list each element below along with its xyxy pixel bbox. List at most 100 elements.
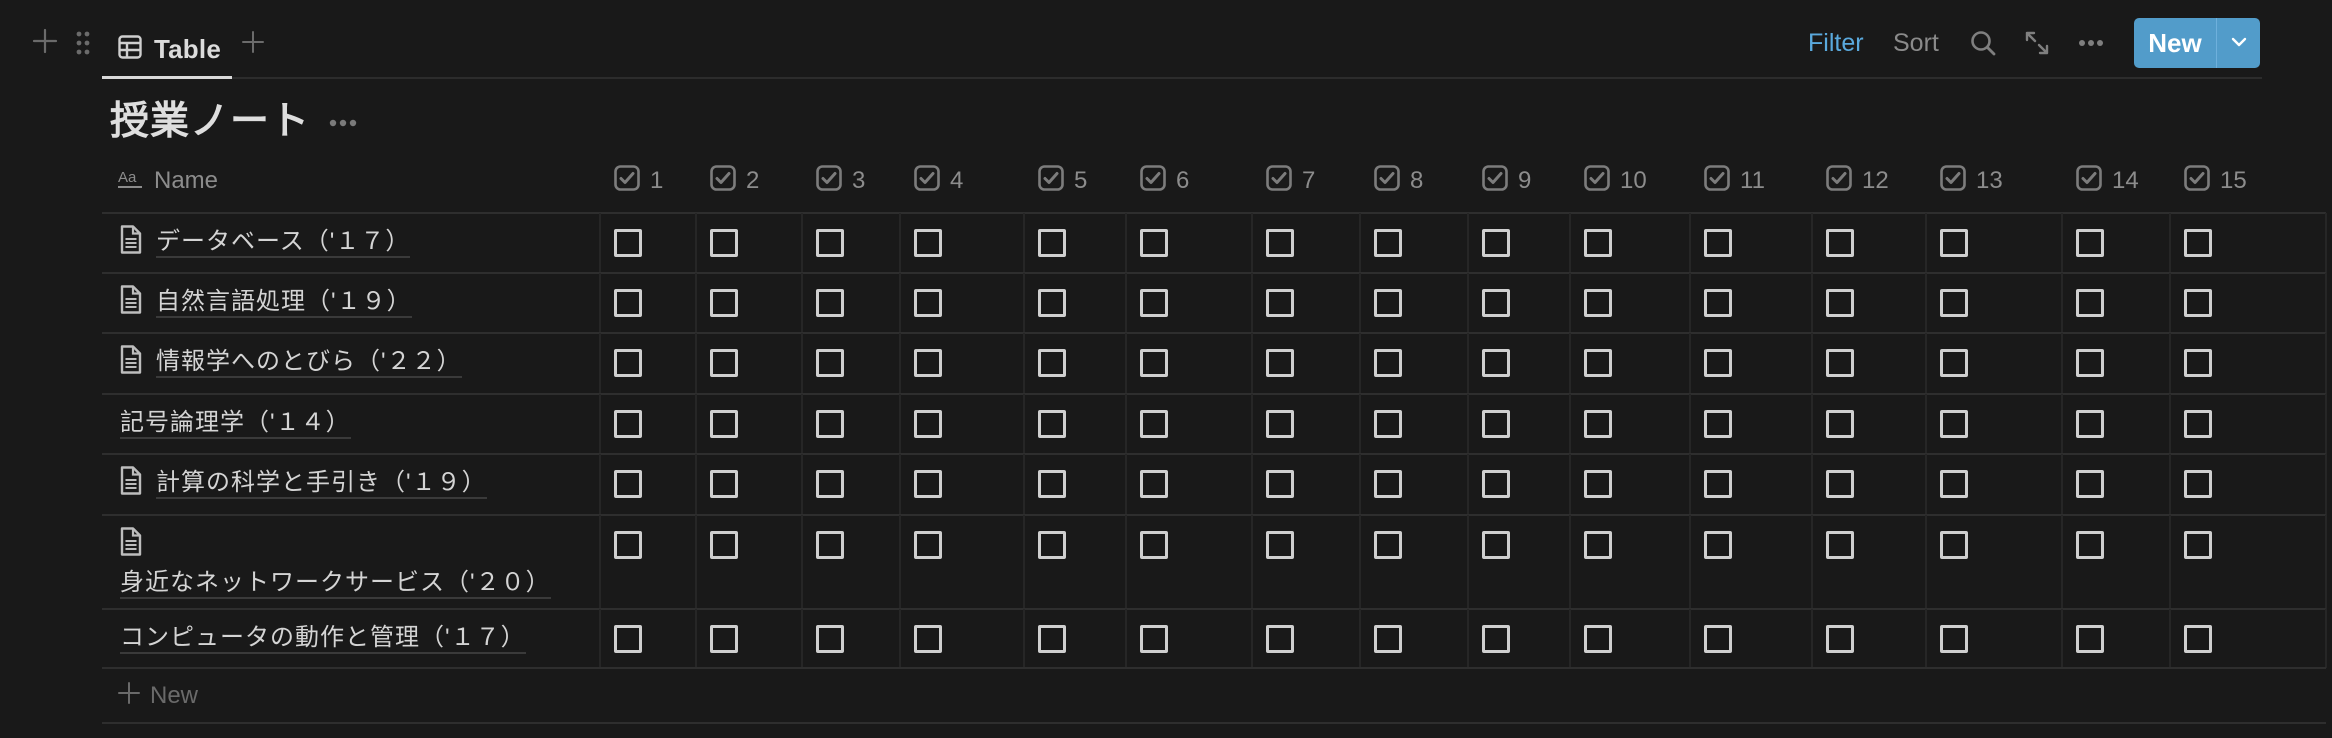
checkbox-7[interactable] xyxy=(1266,349,1294,377)
checkbox-14[interactable] xyxy=(2076,470,2104,498)
checkbox-1[interactable] xyxy=(614,349,642,377)
column-header-14[interactable]: 14 xyxy=(2076,150,2139,212)
checkbox-10[interactable] xyxy=(1584,349,1612,377)
checkbox-11[interactable] xyxy=(1704,229,1732,257)
checkbox-11[interactable] xyxy=(1704,349,1732,377)
checkbox-5[interactable] xyxy=(1038,531,1066,559)
checkbox-2[interactable] xyxy=(710,229,738,257)
checkbox-13[interactable] xyxy=(1940,410,1968,438)
checkbox-13[interactable] xyxy=(1940,229,1968,257)
checkbox-3[interactable] xyxy=(816,531,844,559)
checkbox-9[interactable] xyxy=(1482,410,1510,438)
checkbox-7[interactable] xyxy=(1266,410,1294,438)
row-name-cell[interactable]: 記号論理学（'１４） xyxy=(102,394,599,454)
checkbox-1[interactable] xyxy=(614,625,642,653)
checkbox-15[interactable] xyxy=(2184,229,2212,257)
checkbox-3[interactable] xyxy=(816,470,844,498)
checkbox-5[interactable] xyxy=(1038,410,1066,438)
checkbox-5[interactable] xyxy=(1038,229,1066,257)
add-block-plus-icon[interactable] xyxy=(30,26,60,56)
checkbox-12[interactable] xyxy=(1826,289,1854,317)
new-button[interactable]: New xyxy=(2134,18,2216,68)
checkbox-12[interactable] xyxy=(1826,625,1854,653)
column-header-4[interactable]: 4 xyxy=(914,150,963,212)
checkbox-14[interactable] xyxy=(2076,410,2104,438)
checkbox-3[interactable] xyxy=(816,625,844,653)
row-title[interactable]: 自然言語処理（'１９） xyxy=(156,288,412,318)
checkbox-8[interactable] xyxy=(1374,625,1402,653)
row-name-cell[interactable]: 計算の科学と手引き（'１９） xyxy=(102,454,599,515)
checkbox-8[interactable] xyxy=(1374,349,1402,377)
checkbox-10[interactable] xyxy=(1584,410,1612,438)
column-header-13[interactable]: 13 xyxy=(1940,150,2003,212)
checkbox-3[interactable] xyxy=(816,349,844,377)
row-name-cell[interactable]: コンピュータの動作と管理（'１７） xyxy=(102,609,599,668)
checkbox-5[interactable] xyxy=(1038,289,1066,317)
checkbox-10[interactable] xyxy=(1584,470,1612,498)
checkbox-10[interactable] xyxy=(1584,229,1612,257)
add-new-row-button[interactable]: New xyxy=(102,676,198,716)
checkbox-15[interactable] xyxy=(2184,289,2212,317)
checkbox-1[interactable] xyxy=(614,531,642,559)
checkbox-2[interactable] xyxy=(710,289,738,317)
column-header-8[interactable]: 8 xyxy=(1374,150,1423,212)
checkbox-6[interactable] xyxy=(1140,470,1168,498)
checkbox-13[interactable] xyxy=(1940,625,1968,653)
checkbox-15[interactable] xyxy=(2184,470,2212,498)
checkbox-9[interactable] xyxy=(1482,349,1510,377)
checkbox-11[interactable] xyxy=(1704,410,1732,438)
checkbox-9[interactable] xyxy=(1482,470,1510,498)
checkbox-3[interactable] xyxy=(816,410,844,438)
checkbox-15[interactable] xyxy=(2184,531,2212,559)
row-title[interactable]: 身近なネットワークサービス（'２０） xyxy=(120,569,551,599)
checkbox-9[interactable] xyxy=(1482,625,1510,653)
checkbox-12[interactable] xyxy=(1826,470,1854,498)
checkbox-14[interactable] xyxy=(2076,229,2104,257)
checkbox-14[interactable] xyxy=(2076,289,2104,317)
checkbox-14[interactable] xyxy=(2076,625,2104,653)
checkbox-8[interactable] xyxy=(1374,229,1402,257)
row-title[interactable]: コンピュータの動作と管理（'１７） xyxy=(120,624,526,654)
checkbox-7[interactable] xyxy=(1266,625,1294,653)
column-header-12[interactable]: 12 xyxy=(1826,150,1889,212)
checkbox-1[interactable] xyxy=(614,229,642,257)
checkbox-1[interactable] xyxy=(614,289,642,317)
column-header-5[interactable]: 5 xyxy=(1038,150,1087,212)
checkbox-8[interactable] xyxy=(1374,410,1402,438)
checkbox-6[interactable] xyxy=(1140,349,1168,377)
checkbox-11[interactable] xyxy=(1704,289,1732,317)
checkbox-12[interactable] xyxy=(1826,531,1854,559)
checkbox-2[interactable] xyxy=(710,470,738,498)
checkbox-12[interactable] xyxy=(1826,229,1854,257)
column-header-3[interactable]: 3 xyxy=(816,150,865,212)
checkbox-6[interactable] xyxy=(1140,229,1168,257)
checkbox-13[interactable] xyxy=(1940,289,1968,317)
checkbox-4[interactable] xyxy=(914,531,942,559)
checkbox-5[interactable] xyxy=(1038,625,1066,653)
search-icon[interactable] xyxy=(1968,28,1998,58)
tab-table-view[interactable]: Table xyxy=(102,18,232,80)
checkbox-11[interactable] xyxy=(1704,470,1732,498)
checkbox-10[interactable] xyxy=(1584,289,1612,317)
row-title[interactable]: 情報学へのとびら（'２２） xyxy=(156,348,462,378)
new-dropdown-button[interactable] xyxy=(2217,18,2260,68)
checkbox-13[interactable] xyxy=(1940,349,1968,377)
database-title[interactable]: 授業ノート xyxy=(110,96,310,148)
checkbox-3[interactable] xyxy=(816,229,844,257)
checkbox-9[interactable] xyxy=(1482,531,1510,559)
checkbox-11[interactable] xyxy=(1704,531,1732,559)
checkbox-8[interactable] xyxy=(1374,289,1402,317)
sort-button[interactable]: Sort xyxy=(1893,26,1939,60)
checkbox-7[interactable] xyxy=(1266,470,1294,498)
add-view-plus-icon[interactable] xyxy=(240,28,266,56)
checkbox-2[interactable] xyxy=(710,410,738,438)
checkbox-15[interactable] xyxy=(2184,349,2212,377)
checkbox-4[interactable] xyxy=(914,229,942,257)
checkbox-10[interactable] xyxy=(1584,625,1612,653)
checkbox-8[interactable] xyxy=(1374,470,1402,498)
checkbox-8[interactable] xyxy=(1374,531,1402,559)
filter-button[interactable]: Filter xyxy=(1808,26,1864,60)
checkbox-7[interactable] xyxy=(1266,289,1294,317)
row-name-cell[interactable]: データベース（'１７） xyxy=(102,213,599,273)
checkbox-3[interactable] xyxy=(816,289,844,317)
